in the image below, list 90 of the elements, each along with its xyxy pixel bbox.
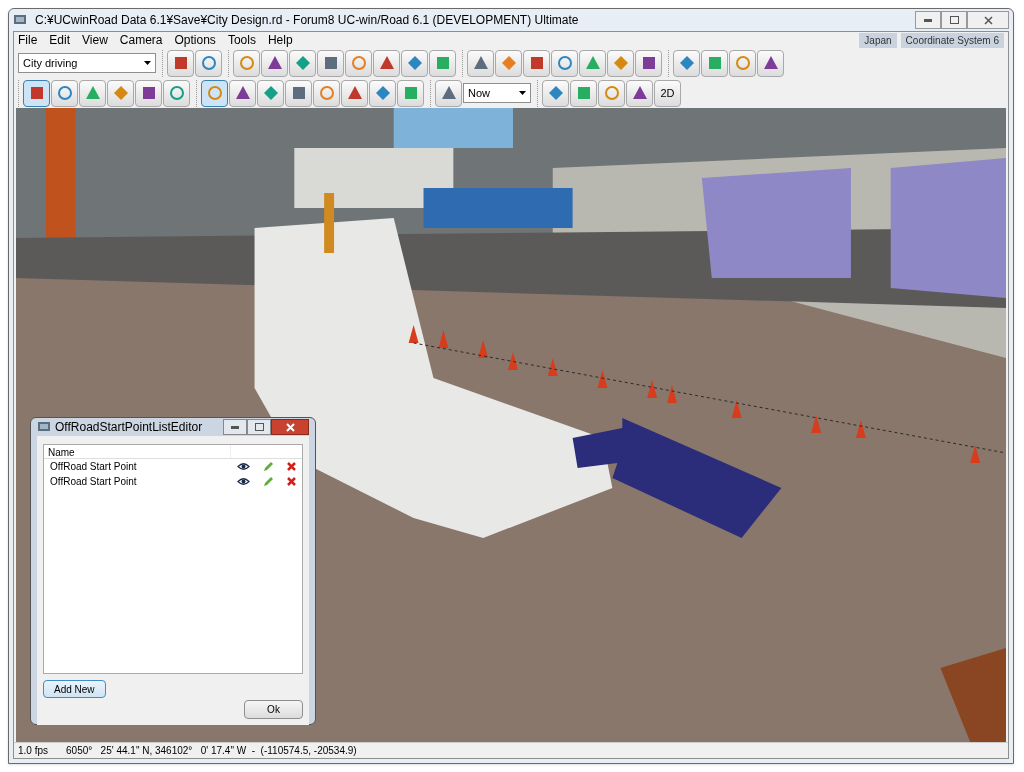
row-name: OffRoad Start Point <box>49 460 138 474</box>
column-header: Name <box>47 446 76 458</box>
toolbar-button[interactable] <box>673 49 700 77</box>
eye-icon[interactable] <box>236 477 250 486</box>
toolbar-button[interactable] <box>201 79 228 107</box>
toolbar-button[interactable] <box>167 49 194 77</box>
toolbar-button[interactable] <box>163 79 190 107</box>
toolbar-button[interactable] <box>285 79 312 107</box>
toolbar-button[interactable] <box>289 49 316 77</box>
tool-icon <box>349 54 368 72</box>
close-icon <box>983 15 993 25</box>
tool-icon <box>83 84 102 102</box>
tool-icon <box>471 54 490 72</box>
region-label: Japan <box>859 32 897 48</box>
close-button[interactable] <box>271 419 309 435</box>
app-icon <box>37 420 51 434</box>
toolbar-button[interactable] <box>23 79 50 107</box>
region-label: Coordinate System 6 <box>900 32 1004 48</box>
tool-icon <box>237 54 256 72</box>
toolbar-button[interactable] <box>435 79 462 107</box>
minimize-button[interactable] <box>223 419 247 435</box>
toolbar-button[interactable] <box>467 49 494 77</box>
app-icon <box>13 13 27 27</box>
menu-item[interactable]: Help <box>267 31 293 49</box>
toolbar-button[interactable] <box>369 79 396 107</box>
row-name: OffRoad Start Point <box>49 475 138 489</box>
toolbar-button[interactable] <box>542 79 569 107</box>
pencil-icon[interactable] <box>262 476 274 487</box>
toolbar-button[interactable] <box>195 49 222 77</box>
maximize-button[interactable] <box>247 419 271 435</box>
list-row[interactable]: OffRoad Start Point <box>44 459 302 474</box>
close-icon <box>285 422 295 432</box>
menu-item[interactable]: Edit <box>49 31 71 49</box>
add-new-button[interactable]: Add New <box>43 680 106 698</box>
tool-icon <box>583 54 602 72</box>
tool-icon <box>233 84 252 102</box>
tool-icon <box>439 84 458 102</box>
toolbar-button[interactable] <box>523 49 550 77</box>
toolbar-button[interactable] <box>635 49 662 77</box>
minimize-icon <box>231 425 239 429</box>
time-dropdown[interactable]: Now <box>463 83 531 103</box>
toolbar-button[interactable] <box>757 49 784 77</box>
position-readout: 6050° 25' 44.1" N, 346102° 0' 17.4" W - (-110574.5, -20534.9) <box>66 744 357 758</box>
maximize-icon <box>254 423 264 431</box>
toolbar-button[interactable] <box>135 79 162 107</box>
toolbar-button[interactable] <box>257 79 284 107</box>
toolbar-button[interactable] <box>401 49 428 77</box>
tool-icon <box>555 54 574 72</box>
dialog-title: OffRoadStartPointListEditor <box>55 419 203 436</box>
list-row[interactable]: OffRoad Start Point <box>44 474 302 489</box>
eye-icon[interactable] <box>236 462 250 471</box>
menu-item[interactable]: Tools <box>227 31 256 49</box>
toolbar-button[interactable] <box>551 49 578 77</box>
menu-item[interactable]: File <box>18 31 38 49</box>
menu-item[interactable]: View <box>82 31 108 49</box>
menu-item[interactable]: Options <box>174 31 216 49</box>
tool-icon <box>205 84 224 102</box>
maximize-icon <box>949 16 959 24</box>
toolbar-button[interactable] <box>626 79 653 107</box>
delete-icon[interactable] <box>286 462 296 471</box>
tool-icon <box>602 84 621 102</box>
tool-icon <box>761 54 780 72</box>
ok-button[interactable]: Ok <box>244 700 303 719</box>
window-title: C:¥UCwinRoad Data 6.1¥Save¥City Design.rd - Forum8 UC-win/Road 6.1 (DEVELOPMENT) Ultimate <box>35 12 579 29</box>
minimize-button[interactable] <box>915 11 941 29</box>
toolbar-button[interactable] <box>229 79 256 107</box>
tool-icon <box>167 84 186 102</box>
tool-icon <box>199 54 218 72</box>
tool-icon <box>317 84 336 102</box>
scenario-dropdown[interactable]: City driving <box>18 53 156 73</box>
tool-icon <box>733 54 752 72</box>
toolbar-button[interactable] <box>341 79 368 107</box>
fps-readout: 1.0 fps <box>18 744 49 758</box>
caret-icon <box>519 91 526 95</box>
delete-icon[interactable] <box>286 477 296 486</box>
maximize-button[interactable] <box>941 11 967 29</box>
tool-icon <box>630 84 649 102</box>
toolbar-button[interactable] <box>373 49 400 77</box>
toolbar-button[interactable] <box>51 79 78 107</box>
pencil-icon[interactable] <box>262 461 274 472</box>
tool-icon <box>345 84 364 102</box>
minimize-icon <box>924 18 932 22</box>
toolbar-button[interactable] <box>261 49 288 77</box>
toolbar-button[interactable] <box>317 49 344 77</box>
tool-icon <box>265 54 284 72</box>
toolbar-button[interactable]: 2D <box>654 79 681 107</box>
tool-icon <box>377 54 396 72</box>
tool-icon <box>55 84 74 102</box>
caret-icon <box>144 61 151 65</box>
menu-item[interactable]: Camera <box>119 31 163 49</box>
